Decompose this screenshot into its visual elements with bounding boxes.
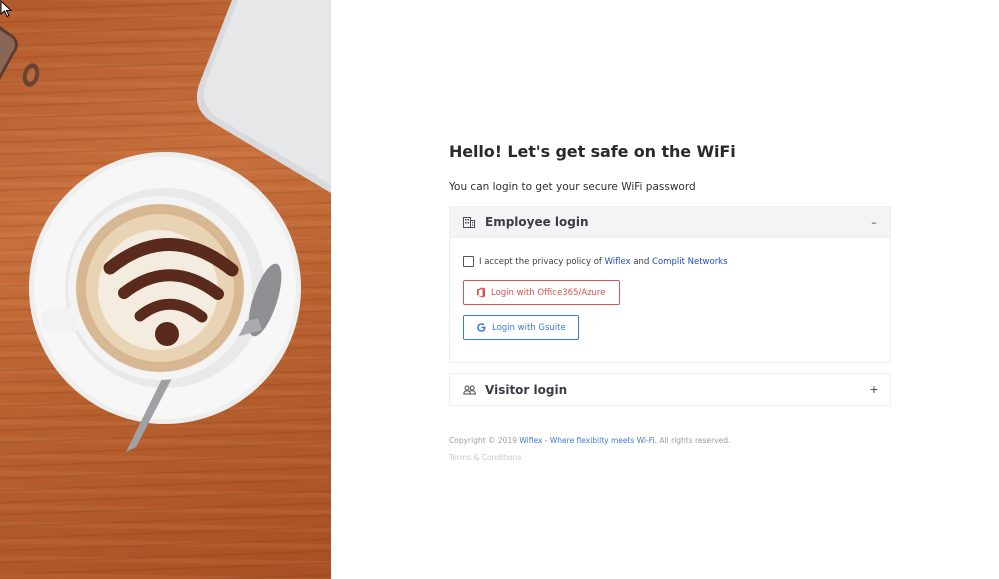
- mouse-cursor-icon: [0, 0, 12, 18]
- office365-login-button[interactable]: Login with Office365/Azure: [463, 280, 620, 305]
- employee-login-section: Employee login – I accept the privacy po…: [449, 206, 891, 363]
- wiflex-privacy-link[interactable]: Wiflex: [605, 257, 631, 267]
- gsuite-login-button[interactable]: Login with Gsuite: [463, 315, 579, 340]
- users-icon: [462, 383, 476, 397]
- copyright-text: Copyright © 2019: [449, 436, 518, 445]
- rights-text: All rights reserved.: [659, 436, 731, 445]
- employee-login-title: Employee login: [485, 215, 589, 229]
- login-accordion: Employee login – I accept the privacy po…: [449, 206, 891, 406]
- coffee-illustration: [0, 0, 331, 452]
- visitor-login-title: Visitor login: [485, 382, 568, 397]
- login-panel: Hello! Let's get safe on the WiFi You ca…: [449, 142, 891, 462]
- collapse-toggle[interactable]: –: [868, 216, 880, 229]
- employee-login-header[interactable]: Employee login –: [450, 207, 890, 238]
- visitor-login-header[interactable]: Visitor login +: [450, 374, 890, 405]
- consent-and: and: [633, 256, 650, 267]
- building-icon: [462, 215, 476, 229]
- google-icon: [476, 322, 487, 333]
- footer: Copyright © 2019 Wiflex - Where flexibil…: [449, 436, 891, 445]
- office-icon: [476, 287, 486, 298]
- privacy-checkbox[interactable]: [463, 256, 474, 267]
- visitor-login-section: Visitor login +: [449, 373, 891, 406]
- hero-image: [0, 0, 331, 579]
- terms-link[interactable]: Terms & Conditions: [449, 453, 521, 462]
- employee-login-body: I accept the privacy policy of Wiflex an…: [450, 238, 890, 362]
- wiflex-brand-link[interactable]: Wiflex - Where flexibilty meets Wi-Fi.: [519, 436, 657, 445]
- page-title: Hello! Let's get safe on the WiFi: [449, 142, 736, 161]
- consent-text: I accept the privacy policy of: [479, 256, 602, 267]
- office365-login-label: Login with Office365/Azure: [491, 287, 606, 298]
- privacy-consent: I accept the privacy policy of Wiflex an…: [463, 256, 877, 267]
- expand-toggle[interactable]: +: [868, 383, 880, 396]
- gsuite-login-label: Login with Gsuite: [492, 322, 566, 333]
- complit-privacy-link[interactable]: Complit Networks: [652, 257, 728, 267]
- page-subtitle: You can login to get your secure WiFi pa…: [449, 181, 696, 193]
